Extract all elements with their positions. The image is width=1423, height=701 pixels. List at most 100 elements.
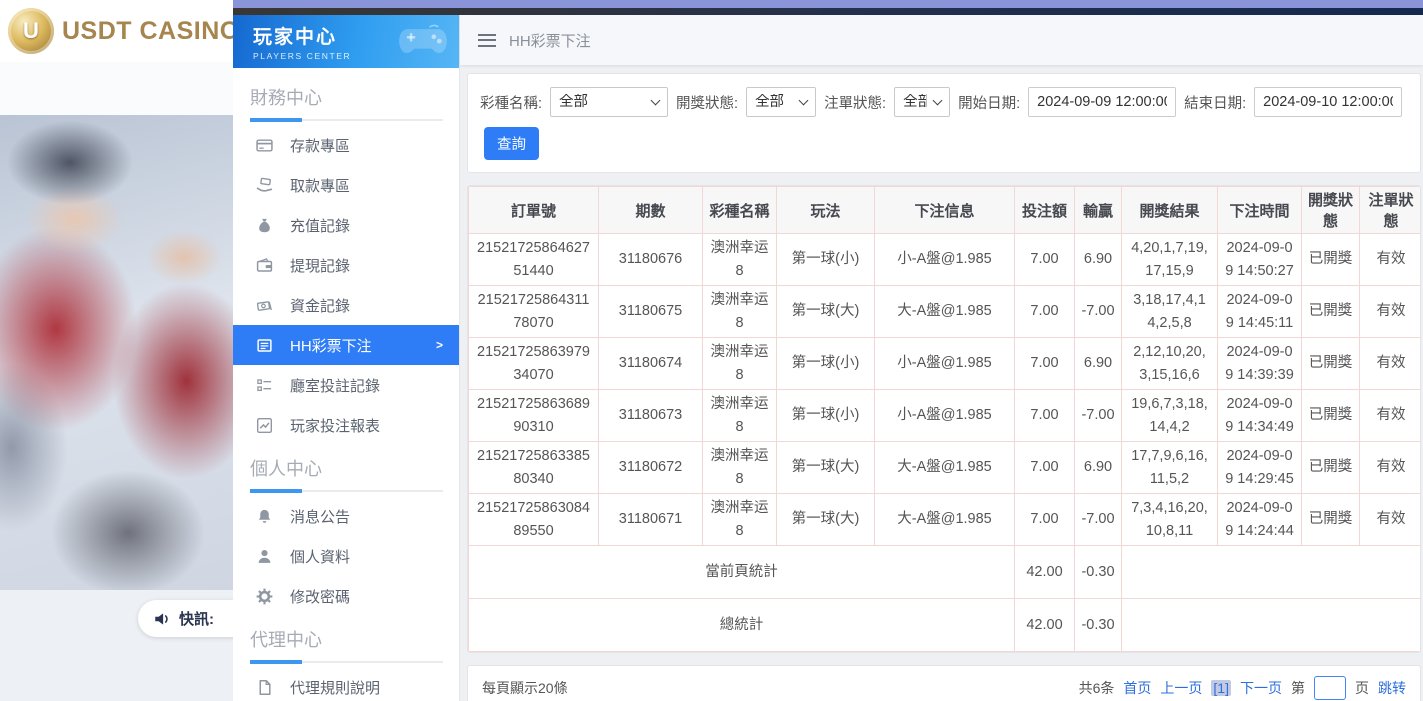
sidebar-item-profile[interactable]: 個人資料 (233, 536, 459, 576)
bet-cell: 澳洲幸运8 (703, 338, 777, 390)
next-page-link[interactable]: 下一页 (1240, 678, 1282, 698)
sidebar-item-label: 消息公告 (290, 506, 350, 527)
sidebar-item-label: 個人資料 (290, 546, 350, 567)
bet-cell: 澳洲幸运8 (703, 442, 777, 494)
sidebar-item-funds-records[interactable]: 資金記錄 (233, 285, 459, 325)
bet-cell: 2024-09-09 14:29:45 (1218, 442, 1302, 494)
ticker-label: 快訊: (179, 608, 214, 629)
bet-cell: -7.00 (1075, 494, 1122, 546)
sidebar-item-hh-lottery-bets[interactable]: HH彩票下注> (233, 325, 459, 365)
bet-row: 215217258646275144031180676澳洲幸运8第一球(小)小-… (469, 234, 1422, 286)
bet-cell: 2,12,10,20,3,15,16,6 (1122, 338, 1218, 390)
bet-row: 215217258643117807031180675澳洲幸运8第一球(大)大-… (469, 286, 1422, 338)
bet-cell: 31180672 (599, 442, 703, 494)
pagination-bar: 每頁顯示20條 共6条 首页 上一页 [1] 下一页 第 页 跳转 (467, 665, 1421, 701)
sidebar-item-deposit-zone[interactable]: 存款專區 (233, 125, 459, 165)
bet-cell: 已開獎 (1302, 338, 1360, 390)
left-spacer (0, 62, 233, 115)
summary-win-loss: -0.30 (1075, 546, 1122, 599)
order-status-label: 注單狀態: (824, 92, 886, 113)
bet-cell: 6.90 (1075, 234, 1122, 286)
top-accent-bar (233, 0, 1423, 8)
current-page: [1] (1211, 680, 1231, 696)
sidebar-item-player-bet-report[interactable]: 玩家投注報表 (233, 405, 459, 445)
lottery-name-label: 彩種名稱: (480, 92, 542, 113)
order-status-select[interactable]: 全部 (894, 87, 950, 117)
bet-cell: 7,3,4,16,20,10,8,11 (1122, 494, 1218, 546)
sidebar-item-agent-rules[interactable]: 代理規則說明 (233, 667, 459, 701)
top-dark-bar (233, 8, 1423, 15)
bet-cell: 31180671 (599, 494, 703, 546)
end-date-label: 結束日期: (1184, 92, 1246, 113)
bet-cell: 第一球(小) (777, 234, 875, 286)
main-area: HH彩票下注 彩種名稱: 全部 開獎狀態: 全部 注單狀態: 全部 開始日期: … (460, 15, 1423, 701)
user-icon (256, 548, 273, 565)
filter-panel: 彩種名稱: 全部 開獎狀態: 全部 注單狀態: 全部 開始日期: 結束日期: 查… (467, 73, 1421, 173)
bet-cell: 2152172586431178070 (469, 286, 599, 338)
sidebar-nav: 財務中心存款專區取款專區充值記錄提現記錄資金記錄HH彩票下注>廳室投註記錄玩家投… (233, 68, 459, 701)
sidebar-item-label: 取款專區 (290, 175, 350, 196)
end-date-input[interactable] (1254, 87, 1402, 117)
bet-cell: 7.00 (1015, 286, 1075, 338)
header-row: 訂單號期數彩種名稱玩法下注信息投注額輸贏開獎結果下注時間開獎狀態注單狀態 (469, 187, 1422, 234)
bet-cell: 31180673 (599, 390, 703, 442)
bet-cell: 31180676 (599, 234, 703, 286)
draw-status-label: 開獎狀態: (676, 92, 738, 113)
bet-cell: 7.00 (1015, 390, 1075, 442)
jump-button[interactable]: 跳转 (1378, 678, 1406, 698)
sidebar-item-label: 代理規則說明 (290, 677, 380, 698)
page: U USDT CASINO 快訊: 玩家中心 PLAYERS CENTER 財務… (0, 0, 1423, 701)
search-button[interactable]: 查詢 (484, 127, 539, 160)
bet-cell: 澳洲幸运8 (703, 390, 777, 442)
sidebar-header: 玩家中心 PLAYERS CENTER (233, 15, 459, 68)
bet-cell: 已開獎 (1302, 234, 1360, 286)
site-logo[interactable]: U USDT CASINO (0, 0, 233, 62)
bet-cell: 2024-09-09 14:39:39 (1218, 338, 1302, 390)
col-header: 下注時間 (1218, 187, 1302, 234)
col-header: 注單狀態 (1360, 187, 1422, 234)
summary-win-loss: -0.30 (1075, 599, 1122, 652)
sidebar-item-recharge-records[interactable]: 充值記錄 (233, 205, 459, 245)
start-date-input[interactable] (1028, 87, 1176, 117)
col-header: 開獎結果 (1122, 187, 1218, 234)
bet-cell: 第一球(大) (777, 494, 875, 546)
gamepad-icon (397, 21, 449, 59)
bet-cell: 第一球(小) (777, 390, 875, 442)
bet-cell: 已開獎 (1302, 494, 1360, 546)
summary-empty (1122, 546, 1422, 599)
ticket-icon (256, 337, 273, 354)
page-jump-input[interactable] (1314, 676, 1346, 700)
section-heading: 個人中心 (250, 455, 459, 481)
jump-prefix: 第 (1291, 678, 1305, 698)
bet-row: 215217258636899031031180673澳洲幸运8第一球(小)小-… (469, 390, 1422, 442)
section-underline (250, 661, 443, 663)
bet-cell: 小-A盤@1.985 (875, 234, 1015, 286)
sidebar-item-label: 充值記錄 (290, 215, 350, 236)
sidebar-item-change-password[interactable]: 修改密碼 (233, 576, 459, 616)
bets-table-card: 訂單號期數彩種名稱玩法下注信息投注額輸贏開獎結果下注時間開獎狀態注單狀態 215… (467, 185, 1421, 653)
bet-cell: 2152172586368990310 (469, 390, 599, 442)
document-icon (256, 679, 273, 696)
sidebar-item-withdrawal-records[interactable]: 提現記錄 (233, 245, 459, 285)
draw-status-select[interactable]: 全部 (746, 87, 816, 117)
summary-bet-total: 42.00 (1015, 599, 1075, 652)
bet-cell: 小-A盤@1.985 (875, 390, 1015, 442)
chart-icon (256, 417, 273, 434)
content: 彩種名稱: 全部 開獎狀態: 全部 注單狀態: 全部 開始日期: 結束日期: 查… (460, 65, 1423, 701)
first-page-link[interactable]: 首页 (1123, 678, 1151, 698)
bet-cell: 7.00 (1015, 494, 1075, 546)
bet-cell: 有效 (1360, 234, 1422, 286)
bet-cell: 第一球(小) (777, 338, 875, 390)
page-size-label: 每頁顯示20條 (482, 678, 568, 698)
bet-cell: 2024-09-09 14:45:11 (1218, 286, 1302, 338)
sidebar-item-withdraw-zone[interactable]: 取款專區 (233, 165, 459, 205)
sidebar-item-label: HH彩票下注 (290, 335, 372, 356)
sidebar-item-announcements[interactable]: 消息公告 (233, 496, 459, 536)
prev-page-link[interactable]: 上一页 (1160, 678, 1202, 698)
summary-row: 總統計42.00-0.30 (469, 599, 1422, 652)
promo-photo (0, 115, 233, 590)
lottery-name-select[interactable]: 全部 (550, 87, 668, 117)
hamburger-icon[interactable] (478, 34, 496, 47)
sidebar-item-room-bet-records[interactable]: 廳室投註記錄 (233, 365, 459, 405)
bet-cell: 澳洲幸运8 (703, 494, 777, 546)
